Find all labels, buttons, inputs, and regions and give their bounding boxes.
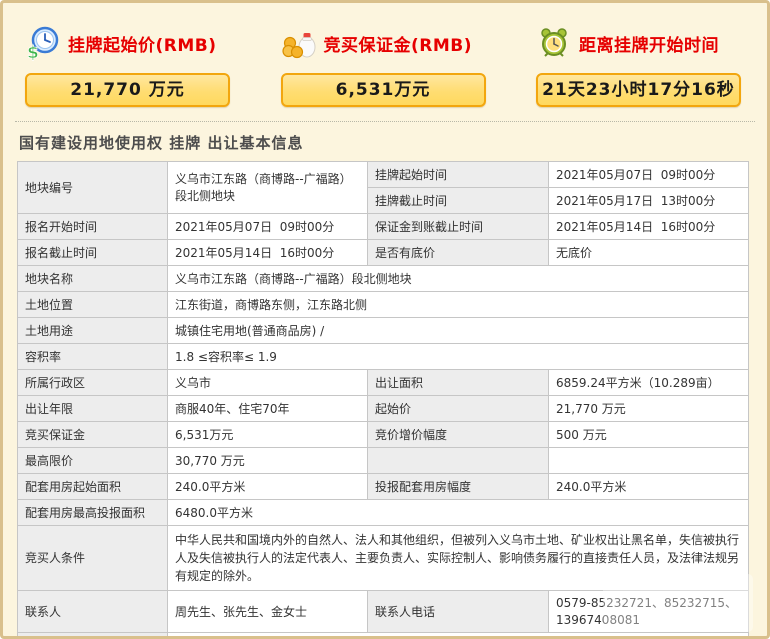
table-label-cell: 土地用途 xyxy=(17,317,168,344)
table-row: 所属行政区 义乌市 出让面积 6859.24平方米（10.289亩） xyxy=(17,369,749,396)
table-value-cell: 2021年05月07日 09时00分 xyxy=(167,213,368,240)
table-row: 联系人地址 义乌市望道路300号 xyxy=(17,632,749,636)
table-label-cell: 起始价 xyxy=(367,395,549,422)
table-row: 容积率 1.8 ≤容积率≤ 1.9 xyxy=(17,343,749,370)
table-label-cell: 报名截止时间 xyxy=(17,239,168,266)
table-value-cell: 30,770 万元 xyxy=(167,447,368,474)
table-label-cell: 挂牌起始时间 xyxy=(367,161,549,188)
table-value-cell: 240.0平方米 xyxy=(548,473,749,500)
table-label-cell: 竞买保证金 xyxy=(17,421,168,448)
table-label-cell: 联系人 xyxy=(17,590,168,633)
table-label-cell: 出让面积 xyxy=(367,369,549,396)
table-value-cell: 21,770 万元 xyxy=(548,395,749,422)
table-label-cell: 联系人电话 xyxy=(367,590,549,633)
table-label-cell: 保证金到账截止时间 xyxy=(367,213,549,240)
table-value-cell: 6859.24平方米（10.289亩） xyxy=(548,369,749,396)
table-value-cell xyxy=(548,447,749,474)
bid-deposit-label: 竞买保证金(RMB) xyxy=(323,35,473,56)
table-row: 土地用途 城镇住宅用地(普通商品房) / xyxy=(17,317,749,344)
table-value-cell: 2021年05月14日 16时00分 xyxy=(167,239,368,266)
table-row: 竞买保证金 6,531万元 竞价增价幅度 500 万元 xyxy=(17,421,749,448)
table-value-cell: 中华人民共和国境内外的自然人、法人和其他组织，但被列入义乌市土地、矿业权出让黑名… xyxy=(167,525,749,591)
table-value-cell: 0579-85232721、85232715、13967408081 xyxy=(548,590,749,633)
listing-info-table: 地块编号 义乌市江东路（商博路--广福路）段北侧地块 挂牌起始时间 2021年0… xyxy=(17,161,749,636)
table-label-cell: 配套用房起始面积 xyxy=(17,473,168,500)
table-label-cell: 是否有底价 xyxy=(367,239,549,266)
countdown-label: 距离挂牌开始时间 xyxy=(579,35,719,56)
svg-text:$: $ xyxy=(27,43,39,61)
table-row: 最高限价 30,770 万元 xyxy=(17,447,749,474)
table-label-cell: 挂牌截止时间 xyxy=(367,187,549,214)
table-row: 出让年限 商服40年、住宅70年 起始价 21,770 万元 xyxy=(17,395,749,422)
table-value-cell: 商服40年、住宅70年 xyxy=(167,395,368,422)
table-label-cell: 最高限价 xyxy=(17,447,168,474)
table-label-cell: 投报配套用房幅度 xyxy=(367,473,549,500)
table-label-cell: 联系人地址 xyxy=(17,632,168,636)
table-value-cell: 周先生、张先生、金女士 xyxy=(167,590,368,633)
table-value-cell: 城镇住宅用地(普通商品房) / xyxy=(167,317,749,344)
table-row: 报名开始时间 2021年05月07日 09时00分 保证金到账截止时间 2021… xyxy=(17,213,749,240)
table-value-cell: 2021年05月07日 09时00分 xyxy=(548,161,749,188)
table-label-cell: 地块名称 xyxy=(17,265,168,292)
table-row: 联系人 周先生、张先生、金女士 联系人电话 0579-85232721、8523… xyxy=(17,590,749,633)
table-value-cell: 义乌市江东路（商博路--广福路）段北侧地块 xyxy=(167,161,368,214)
dotted-divider xyxy=(15,121,755,122)
listing-start-price-label: 挂牌起始价(RMB) xyxy=(68,35,217,56)
bid-deposit-block: 竞买保证金(RMB) 6,531万元 xyxy=(280,19,486,107)
table-value-cell: 1.8 ≤容积率≤ 1.9 xyxy=(167,343,749,370)
countdown-alarm-icon xyxy=(536,25,572,61)
table-value-cell: 义乌市望道路300号 xyxy=(167,632,749,636)
table-value-cell: 6,531万元 xyxy=(167,421,368,448)
countdown-box: 21天23小时17分16秒 xyxy=(536,73,741,107)
table-value-cell: 江东街道，商博路东侧，江东路北侧 xyxy=(167,291,749,318)
summary-strip: $ 挂牌起始价(RMB) 21,770 万元 竞买保证金(RMB) 6,531万… xyxy=(3,3,767,107)
price-clock-icon: $ xyxy=(25,25,61,61)
table-row: 报名截止时间 2021年05月14日 16时00分 是否有底价 无底价 xyxy=(17,239,749,266)
table-value-cell: 无底价 xyxy=(548,239,749,266)
countdown-block: 距离挂牌开始时间 21天23小时17分16秒 xyxy=(536,19,741,107)
listing-start-price-block: $ 挂牌起始价(RMB) 21,770 万元 xyxy=(25,19,230,107)
table-label-cell: 土地位置 xyxy=(17,291,168,318)
table-value-cell: 2021年05月17日 13时00分 xyxy=(548,187,749,214)
table-label-cell: 所属行政区 xyxy=(17,369,168,396)
table-value-cell: 义乌市江东路（商博路--广福路）段北侧地块 xyxy=(167,265,749,292)
table-row: 配套用房起始面积 240.0平方米 投报配套用房幅度 240.0平方米 xyxy=(17,473,749,500)
table-row: 地块名称 义乌市江东路（商博路--广福路）段北侧地块 xyxy=(17,265,749,292)
table-label-cell: 竞价增价幅度 xyxy=(367,421,549,448)
land-listing-page: $ 挂牌起始价(RMB) 21,770 万元 竞买保证金(RMB) 6,531万… xyxy=(0,0,770,639)
table-label-cell: 出让年限 xyxy=(17,395,168,422)
section-title: 国有建设用地使用权 挂牌 出让基本信息 xyxy=(19,134,304,152)
bid-deposit-box: 6,531万元 xyxy=(280,73,486,107)
table-label-cell: 报名开始时间 xyxy=(17,213,168,240)
table-value-cell: 义乌市 xyxy=(167,369,368,396)
table-row: 土地位置 江东街道，商博路东侧，江东路北侧 xyxy=(17,291,749,318)
table-value-cell: 2021年05月14日 16时00分 xyxy=(548,213,749,240)
table-row: 竞买人条件 中华人民共和国境内外的自然人、法人和其他组织，但被列入义乌市土地、矿… xyxy=(17,525,749,591)
table-label-cell: 容积率 xyxy=(17,343,168,370)
table-label-cell: 竞买人条件 xyxy=(17,525,168,591)
listing-start-price-box: 21,770 万元 xyxy=(25,73,230,107)
deposit-coins-icon xyxy=(281,25,317,61)
table-label-cell xyxy=(367,447,549,474)
table-value-cell: 240.0平方米 xyxy=(167,473,368,500)
table-label-cell: 地块编号 xyxy=(17,161,168,214)
table-row: 配套用房最高投报面积 6480.0平方米 xyxy=(17,499,749,526)
table-value-cell: 500 万元 xyxy=(548,421,749,448)
table-label-cell: 配套用房最高投报面积 xyxy=(17,499,168,526)
table-value-cell: 6480.0平方米 xyxy=(167,499,749,526)
table-row: 地块编号 义乌市江东路（商博路--广福路）段北侧地块 挂牌起始时间 2021年0… xyxy=(17,161,749,214)
